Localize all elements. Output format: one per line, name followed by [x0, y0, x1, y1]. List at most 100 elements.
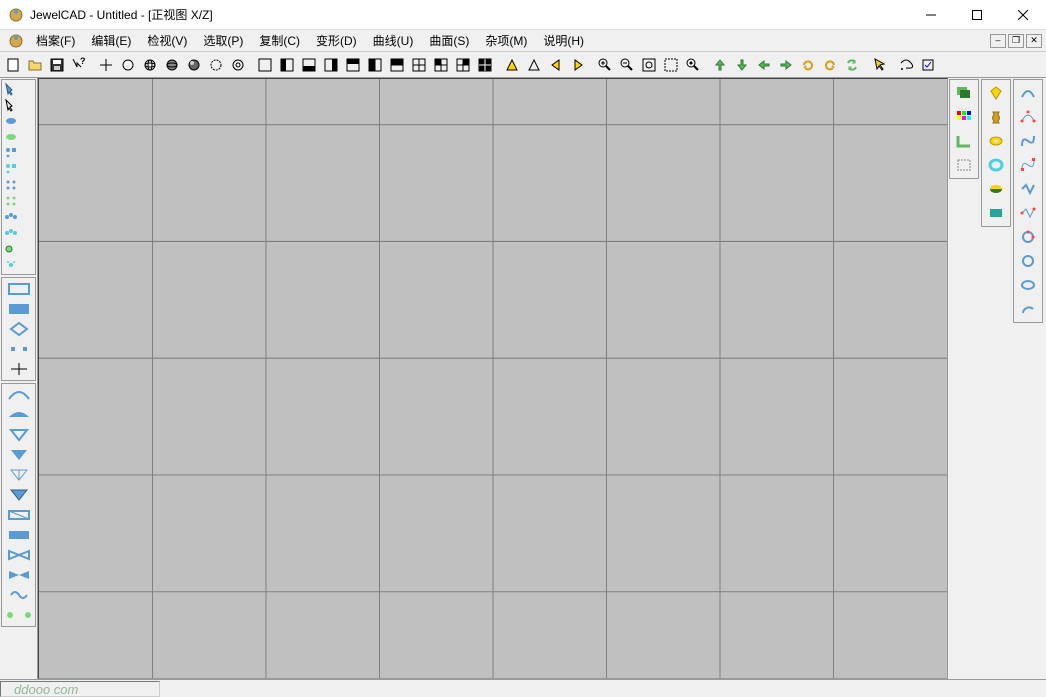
beads-cyan-button[interactable] [3, 225, 19, 241]
sel-arrow-button[interactable] [3, 81, 19, 97]
rotate-ccw-button[interactable] [797, 54, 819, 76]
rect-teal-button[interactable] [984, 202, 1008, 224]
bowtie1-button[interactable] [3, 545, 35, 565]
save-button[interactable] [46, 54, 68, 76]
arrow-left-button[interactable] [753, 54, 775, 76]
tri-down1-button[interactable] [3, 425, 35, 445]
arc1-button[interactable] [3, 385, 35, 405]
arrow-right-button[interactable] [775, 54, 797, 76]
palette-button[interactable] [952, 106, 976, 128]
bezier1-button[interactable] [1016, 130, 1040, 152]
minimize-button[interactable] [908, 0, 954, 30]
new-button[interactable] [2, 54, 24, 76]
zoom-in-button[interactable] [594, 54, 616, 76]
curve1-button[interactable] [1016, 82, 1040, 104]
rect-outline-button[interactable] [3, 279, 35, 299]
menu-curve[interactable]: 曲线(U) [365, 30, 422, 51]
circle-outline-button[interactable] [117, 54, 139, 76]
ellipse-h-button[interactable] [3, 113, 19, 129]
gem-yellow-button[interactable] [984, 82, 1008, 104]
corner-button[interactable] [952, 130, 976, 152]
canvas[interactable] [38, 78, 948, 679]
gems1-button[interactable] [3, 241, 19, 257]
mdi-close-button[interactable]: ✕ [1026, 34, 1042, 48]
tri-down2-button[interactable] [3, 445, 35, 465]
vp-left-button[interactable] [276, 54, 298, 76]
sphere-wire-button[interactable] [139, 54, 161, 76]
menu-help[interactable]: 说明(H) [535, 30, 592, 51]
ring-cyan-button[interactable] [984, 154, 1008, 176]
tri-left-button[interactable] [545, 54, 567, 76]
tri-fill2-button[interactable] [3, 485, 35, 505]
center-button[interactable] [95, 54, 117, 76]
maximize-button[interactable] [954, 0, 1000, 30]
rect-fill-button[interactable] [3, 299, 35, 319]
zoom-window-button[interactable] [660, 54, 682, 76]
open-button[interactable] [24, 54, 46, 76]
vp-quad-button[interactable] [452, 54, 474, 76]
menu-select[interactable]: 选取(P) [195, 30, 251, 51]
shapes-blue-button[interactable] [3, 145, 19, 161]
circle-lg-button[interactable] [1016, 250, 1040, 272]
zoom-fit-button[interactable] [638, 54, 660, 76]
vp-tl-button[interactable] [408, 54, 430, 76]
shapes-cyan-button[interactable] [3, 161, 19, 177]
tri-yellow-button[interactable] [501, 54, 523, 76]
disc-green-button[interactable] [984, 178, 1008, 200]
menu-copy[interactable]: 复制(C) [251, 30, 308, 51]
rect-dash-button[interactable] [952, 154, 976, 176]
inf2-button[interactable] [3, 605, 35, 625]
torus-cyan-button[interactable] [984, 130, 1008, 152]
rotate-cw-button[interactable] [819, 54, 841, 76]
poly1-button[interactable] [3, 339, 35, 359]
bowtie2-button[interactable] [3, 565, 35, 585]
menu-file[interactable]: 档案(F) [28, 30, 83, 51]
region-button[interactable] [917, 54, 939, 76]
arc-sm-button[interactable] [1016, 298, 1040, 320]
spline1-button[interactable] [1016, 178, 1040, 200]
vp-full-button[interactable] [254, 54, 276, 76]
arc2-button[interactable] [3, 405, 35, 425]
vp-top-button[interactable] [342, 54, 364, 76]
help-context-button[interactable]: ? [68, 54, 90, 76]
lasso-button[interactable] [895, 54, 917, 76]
menu-view[interactable]: 检视(V) [139, 30, 195, 51]
sphere-solid-button[interactable] [161, 54, 183, 76]
mdi-restore-button[interactable]: ❐ [1008, 34, 1024, 48]
diamond-outline-button[interactable] [3, 319, 35, 339]
pointer-button[interactable] [868, 54, 890, 76]
menu-surface[interactable]: 曲面(S) [421, 30, 477, 51]
beads-blue-button[interactable] [3, 209, 19, 225]
pick-cursor-button[interactable] [3, 97, 19, 113]
dots-blue-button[interactable] [3, 177, 19, 193]
ellipse-v-button[interactable] [3, 129, 19, 145]
vp-right-button[interactable] [320, 54, 342, 76]
curve-pts-button[interactable] [1016, 106, 1040, 128]
vp-tr-button[interactable] [430, 54, 452, 76]
menu-misc[interactable]: 杂项(M) [477, 30, 535, 51]
quad1-button[interactable] [3, 505, 35, 525]
cross-button[interactable] [3, 359, 35, 379]
circle-sm-button[interactable] [1016, 226, 1040, 248]
circle-ring-button[interactable] [227, 54, 249, 76]
vase-gold-button[interactable] [984, 106, 1008, 128]
vp-tb-button[interactable] [386, 54, 408, 76]
arrow-down-button[interactable] [731, 54, 753, 76]
menu-edit[interactable]: 编辑(E) [83, 30, 139, 51]
bezier2-button[interactable] [1016, 154, 1040, 176]
close-button[interactable] [1000, 0, 1046, 30]
mdi-minimize-button[interactable]: – [990, 34, 1006, 48]
gems2-button[interactable] [3, 257, 19, 273]
sphere-shade-button[interactable] [183, 54, 205, 76]
dots-green-button[interactable] [3, 193, 19, 209]
zoom-out-button[interactable] [616, 54, 638, 76]
tri-fill1-button[interactable] [3, 465, 35, 485]
zoom-prev-button[interactable] [682, 54, 704, 76]
tri-outline-button[interactable] [523, 54, 545, 76]
spline2-button[interactable] [1016, 202, 1040, 224]
tri-right-button[interactable] [567, 54, 589, 76]
arrow-up-button[interactable] [709, 54, 731, 76]
circle-dash-button[interactable] [205, 54, 227, 76]
ellipse-sm-button[interactable] [1016, 274, 1040, 296]
layers-button[interactable] [952, 82, 976, 104]
